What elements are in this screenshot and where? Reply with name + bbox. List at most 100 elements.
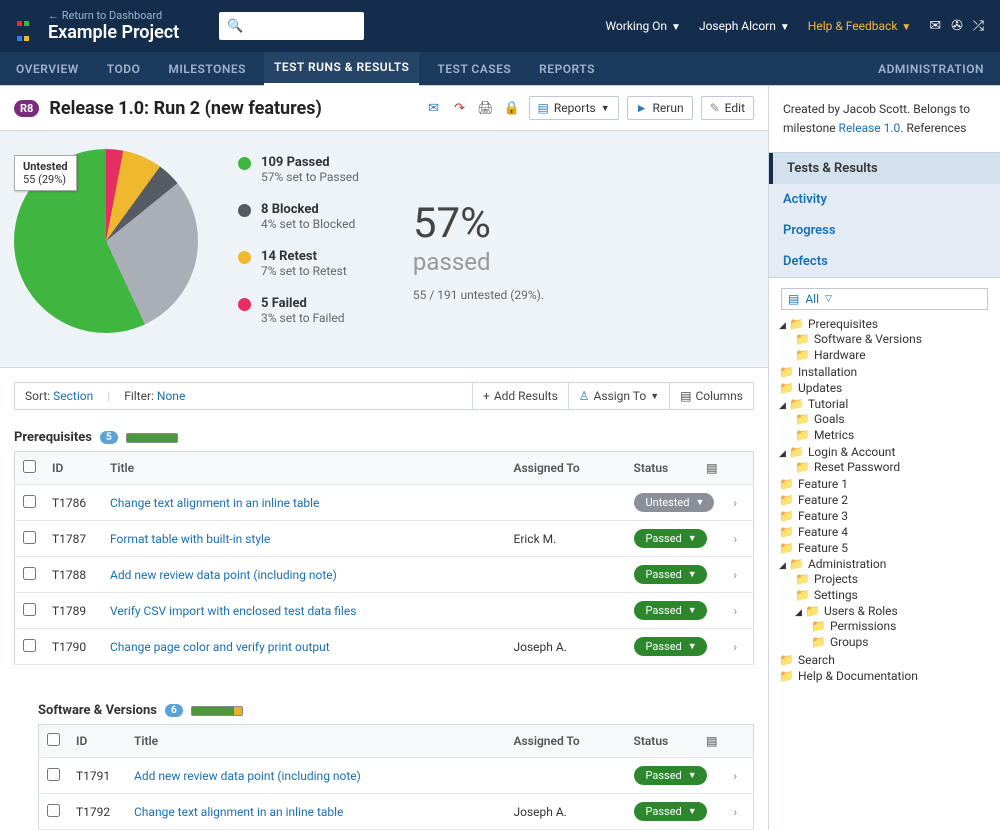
row-expand-icon[interactable]: › xyxy=(726,593,754,629)
test-title-link[interactable]: Change text alignment in an inline table xyxy=(110,496,319,510)
tree-node[interactable]: Administration xyxy=(808,557,886,571)
tree-node[interactable]: Search xyxy=(798,653,835,667)
edit-button[interactable]: ✎Edit xyxy=(701,96,754,120)
nav-todo[interactable]: TODO xyxy=(107,52,141,86)
folder-icon: 📁 xyxy=(779,493,794,507)
filter-link[interactable]: None xyxy=(157,389,185,403)
tree-filter-dropdown[interactable]: ▤ All ▽ xyxy=(781,288,988,310)
search-input[interactable]: 🔍 xyxy=(219,12,364,40)
tree-caret[interactable]: ◢ xyxy=(795,608,805,618)
nav-testcases[interactable]: TEST CASES xyxy=(437,52,511,86)
section-tree: ◢ 📁 Prerequisites 📁 Software & Versions 📁 Ha… xyxy=(777,316,992,684)
status-pill[interactable]: Passed ▼ xyxy=(634,802,707,821)
add-results-button[interactable]: +Add Results xyxy=(472,383,568,409)
side-tab-progress[interactable]: Progress xyxy=(769,215,1000,246)
tree-caret[interactable]: ◢ xyxy=(779,449,789,459)
status-pill[interactable]: Passed ▼ xyxy=(634,766,707,785)
status-pill[interactable]: Passed ▼ xyxy=(634,529,707,548)
test-title-link[interactable]: Change page color and verify print outpu… xyxy=(110,640,330,654)
side-tab-tests[interactable]: Tests & Results xyxy=(769,153,1000,184)
return-dashboard-link[interactable]: ← Return to Dashboard xyxy=(48,9,179,22)
nav-overview[interactable]: OVERVIEW xyxy=(16,52,79,86)
status-pill[interactable]: Passed ▼ xyxy=(634,565,707,584)
tree-node[interactable]: Feature 4 xyxy=(798,525,848,539)
rss-icon[interactable]: ⤮ xyxy=(973,18,984,34)
filter-bar: Sort: Section | Filter: None +Add Result… xyxy=(14,382,754,410)
test-title-link[interactable]: Add new review data point (including not… xyxy=(134,769,361,783)
row-checkbox[interactable] xyxy=(47,804,60,817)
lock-icon[interactable]: 🔒 xyxy=(503,99,521,117)
test-title-link[interactable]: Verify CSV import with enclosed test dat… xyxy=(110,604,356,618)
folder-icon: 📁 xyxy=(779,365,794,379)
status-pill[interactable]: Untested ▼ xyxy=(634,493,715,512)
milestone-link[interactable]: Release 1.0 xyxy=(839,121,901,135)
folder-icon: 📁 xyxy=(795,428,810,442)
tree-node[interactable]: Metrics xyxy=(814,428,854,442)
row-checkbox[interactable] xyxy=(23,567,36,580)
tree-node[interactable]: Groups xyxy=(830,635,869,649)
tree-node[interactable]: Software & Versions xyxy=(814,332,922,346)
row-expand-icon[interactable]: › xyxy=(726,557,754,593)
sort-link[interactable]: Section xyxy=(53,389,93,403)
status-pill[interactable]: Passed ▼ xyxy=(634,601,707,620)
status-pill[interactable]: Passed ▼ xyxy=(634,637,707,656)
rerun-button[interactable]: ►Rerun xyxy=(627,96,693,120)
test-title-link[interactable]: Add new review data point (including not… xyxy=(110,568,337,582)
tree-node[interactable]: Updates xyxy=(798,381,842,395)
print-icon[interactable]: 🖨 xyxy=(477,99,495,117)
column-options-icon[interactable]: ▤ xyxy=(706,461,717,475)
columns-button[interactable]: ▤Columns xyxy=(669,383,753,409)
export-icon[interactable]: ↷ xyxy=(451,99,469,117)
nav-milestones[interactable]: MILESTONES xyxy=(168,52,246,86)
tree-node[interactable]: Feature 1 xyxy=(798,477,848,491)
tree-caret[interactable]: ◢ xyxy=(779,401,789,411)
tests-table: ID Title Assigned To Status▤ T1786Change… xyxy=(14,451,754,665)
select-all-checkbox[interactable] xyxy=(47,733,60,746)
reports-dropdown[interactable]: ▤Reports▼ xyxy=(529,96,619,120)
row-expand-icon[interactable]: › xyxy=(726,629,754,665)
tree-node[interactable]: Goals xyxy=(814,412,845,426)
tree-node[interactable]: Users & Roles xyxy=(824,604,898,618)
tree-caret[interactable]: ◢ xyxy=(779,561,789,571)
tree-node[interactable]: Reset Password xyxy=(814,460,900,474)
working-on-dropdown[interactable]: Working On▼ xyxy=(605,19,681,33)
tree-node[interactable]: Feature 5 xyxy=(798,541,848,555)
row-expand-icon[interactable]: › xyxy=(726,485,754,521)
tree-node[interactable]: Permissions xyxy=(830,619,896,633)
subscribe-icon[interactable]: ✉ xyxy=(425,99,443,117)
tree-node[interactable]: Prerequisites xyxy=(808,317,878,331)
tree-node[interactable]: Feature 3 xyxy=(798,509,848,523)
tree-node[interactable]: Settings xyxy=(814,588,858,602)
row-expand-icon[interactable]: › xyxy=(726,521,754,557)
user-menu[interactable]: Joseph Alcorn▼ xyxy=(699,19,790,33)
test-title-link[interactable]: Format table with built-in style xyxy=(110,532,270,546)
row-checkbox[interactable] xyxy=(23,495,36,508)
tree-node[interactable]: Installation xyxy=(798,365,857,379)
tree-node[interactable]: Hardware xyxy=(814,348,866,362)
tree-node[interactable]: Projects xyxy=(814,572,858,586)
assign-to-button[interactable]: ♙Assign To▼ xyxy=(568,383,669,409)
nav-reports[interactable]: REPORTS xyxy=(539,52,595,86)
row-checkbox[interactable] xyxy=(23,531,36,544)
tree-node[interactable]: Login & Account xyxy=(808,445,895,459)
tree-node[interactable]: Feature 2 xyxy=(798,493,848,507)
nav-testruns[interactable]: TEST RUNS & RESULTS xyxy=(264,52,419,86)
row-expand-icon[interactable]: › xyxy=(726,758,754,794)
tree-caret[interactable]: ◢ xyxy=(779,321,789,331)
row-checkbox[interactable] xyxy=(47,768,60,781)
tree-node[interactable]: Tutorial xyxy=(808,397,848,411)
side-tab-activity[interactable]: Activity xyxy=(769,184,1000,215)
pie-tooltip: Untested 55 (29%) xyxy=(14,155,77,191)
nav-admin[interactable]: ADMINISTRATION xyxy=(878,52,984,86)
row-checkbox[interactable] xyxy=(23,639,36,652)
select-all-checkbox[interactable] xyxy=(23,460,36,473)
row-expand-icon[interactable]: › xyxy=(726,794,754,830)
help-feedback-link[interactable]: Help & Feedback▼ xyxy=(808,19,912,33)
mail-icon[interactable]: ✉ xyxy=(929,18,941,34)
column-options-icon[interactable]: ▤ xyxy=(706,734,717,748)
page-title: Release 1.0: Run 2 (new features) xyxy=(49,98,321,119)
side-tab-defects[interactable]: Defects xyxy=(769,246,1000,277)
twitter-icon[interactable]: ✇ xyxy=(951,18,963,34)
row-checkbox[interactable] xyxy=(23,603,36,616)
tree-node[interactable]: Help & Documentation xyxy=(798,669,918,683)
